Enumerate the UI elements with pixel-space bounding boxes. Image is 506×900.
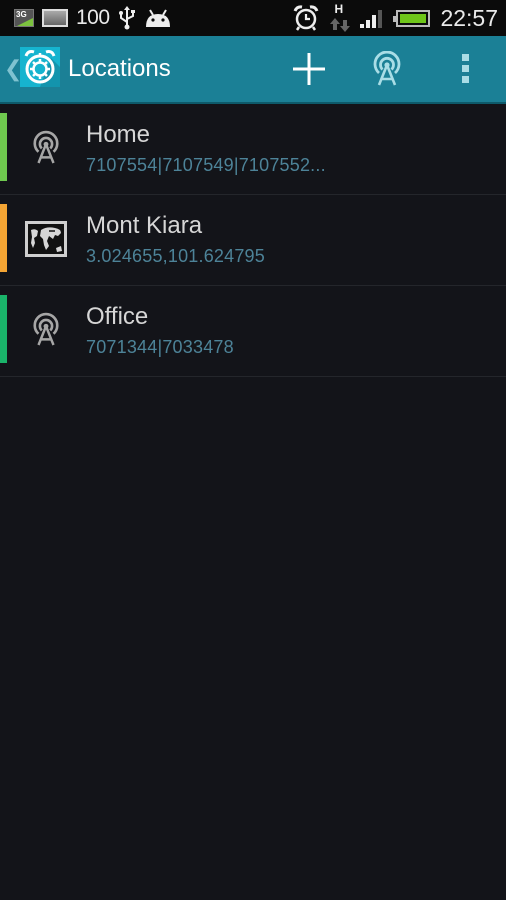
overflow-menu-button[interactable] xyxy=(436,36,496,102)
network-type-label: H xyxy=(334,2,344,16)
overflow-menu-icon xyxy=(462,54,469,83)
location-detail: 7071344|7033478 xyxy=(86,337,234,357)
android-debug-icon xyxy=(145,9,170,27)
notification-count: 100 xyxy=(76,6,110,29)
location-color-indicator xyxy=(0,113,7,181)
alarm-icon xyxy=(294,5,319,31)
location-color-indicator xyxy=(0,204,7,272)
3g-data-icon: 3G xyxy=(14,9,34,27)
clock: 22:57 xyxy=(440,4,498,31)
location-name: Home xyxy=(86,121,151,148)
battery-icon xyxy=(393,9,431,27)
add-location-button[interactable] xyxy=(279,36,339,102)
location-name: Office xyxy=(86,303,149,330)
location-item-mont-kiara[interactable]: Mont Kiara 3.024655,101.624795 xyxy=(0,195,506,286)
action-bar: ❮ Locations xyxy=(0,36,506,104)
location-item-office[interactable]: Office 7071344|7033478 xyxy=(0,286,506,377)
usb-icon xyxy=(118,6,135,30)
cell-tower-icon xyxy=(24,308,68,352)
plus-icon xyxy=(293,53,325,85)
locations-list: Home 7107554|7107549|7107552... Mont Kia… xyxy=(0,104,506,377)
location-name: Mont Kiara xyxy=(86,212,203,239)
status-bar: 3G 100 H 22:57 xyxy=(0,0,506,36)
location-color-indicator xyxy=(0,295,7,363)
add-cell-tower-button[interactable] xyxy=(357,36,417,102)
signal-icon xyxy=(360,10,383,28)
gallery-icon xyxy=(42,9,68,27)
hspa-data-icon: H xyxy=(330,2,351,34)
location-detail: 3.024655,101.624795 xyxy=(86,246,265,266)
location-item-home[interactable]: Home 7107554|7107549|7107552... xyxy=(0,104,506,195)
app-logo-alarm-gear-icon[interactable] xyxy=(20,47,60,87)
cell-tower-icon xyxy=(373,51,401,86)
page-title: Locations xyxy=(68,55,171,82)
location-detail: 7107554|7107549|7107552... xyxy=(86,155,326,175)
world-map-icon xyxy=(24,217,68,261)
cell-tower-icon xyxy=(24,126,68,170)
